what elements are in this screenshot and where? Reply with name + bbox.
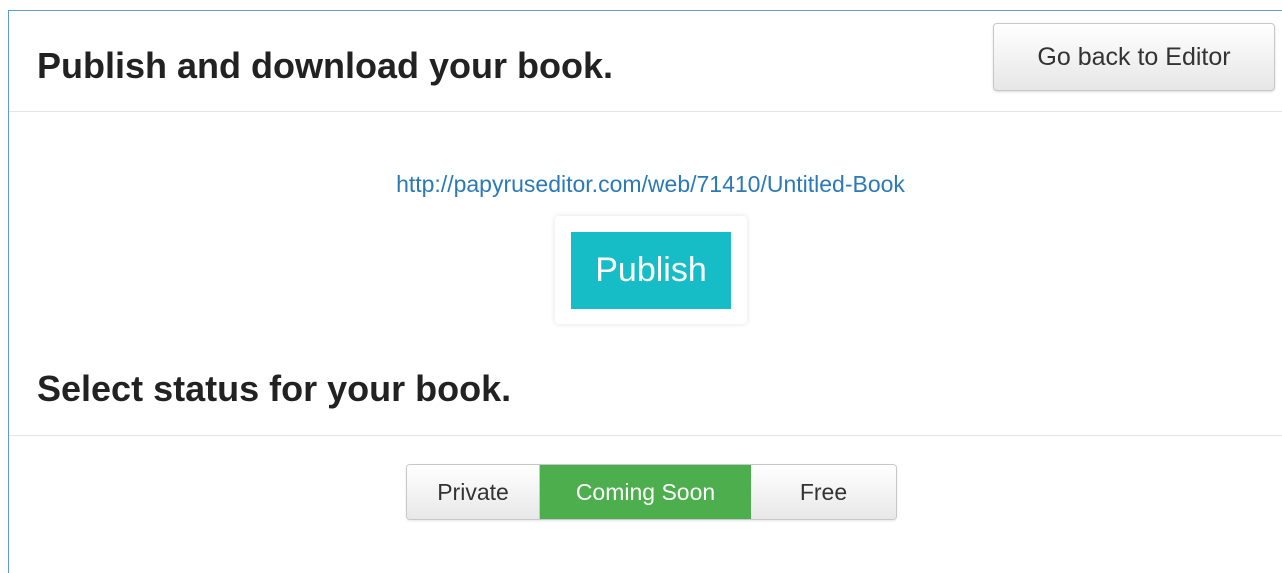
book-url-link[interactable]: http://papyruseditor.com/web/71410/Untit… — [9, 169, 1282, 199]
status-free-button[interactable]: Free — [751, 465, 896, 519]
status-coming-soon-button[interactable]: Coming Soon — [540, 465, 751, 519]
page-title: Publish and download your book. — [37, 45, 613, 86]
status-button-group: Private Coming Soon Free — [406, 464, 897, 520]
panel-header: Publish and download your book. Go back … — [9, 11, 1282, 112]
publish-button[interactable]: Publish — [571, 232, 731, 309]
publish-button-container: Publish — [555, 216, 747, 324]
section-divider — [9, 435, 1282, 436]
status-private-button[interactable]: Private — [407, 465, 540, 519]
go-back-to-editor-button[interactable]: Go back to Editor — [993, 23, 1275, 91]
publish-panel: Publish and download your book. Go back … — [8, 10, 1282, 573]
status-section-title: Select status for your book. — [37, 368, 512, 409]
